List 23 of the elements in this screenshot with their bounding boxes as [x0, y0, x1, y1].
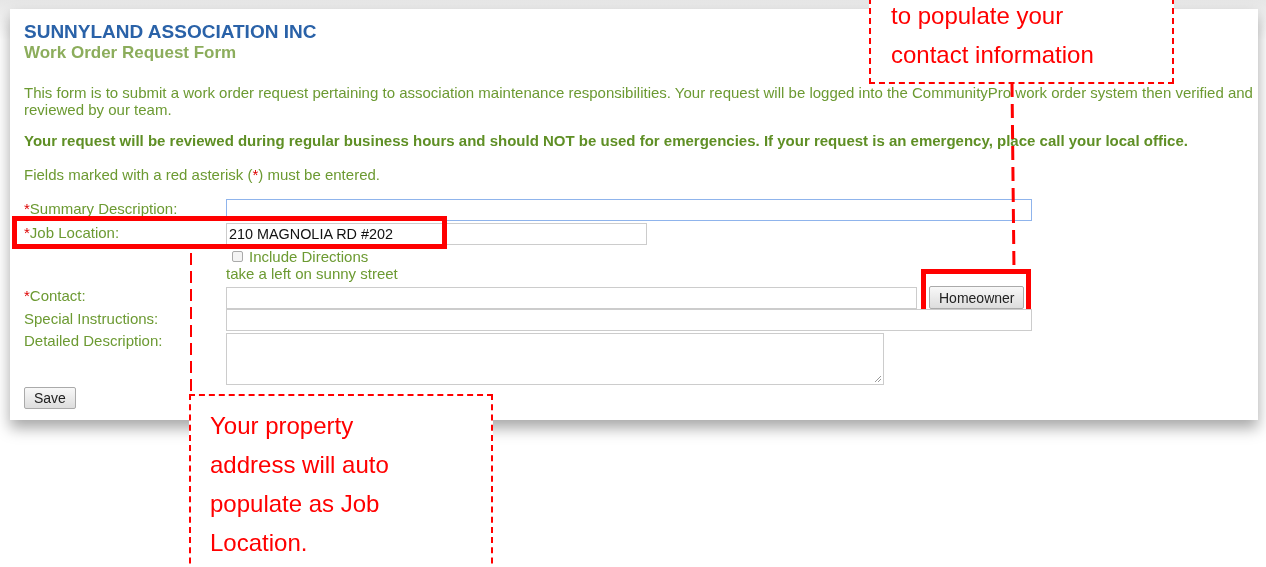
- homeowner-button[interactable]: Homeowner: [929, 286, 1025, 309]
- text-area[interactable]: [226, 333, 884, 385]
- save-button[interactable]: Save: [24, 387, 76, 409]
- input-field[interactable]: [226, 309, 1032, 331]
- callout-text: to populate your contact information: [891, 1, 1094, 70]
- field-label: Detailed Description:: [24, 333, 164, 349]
- input-field[interactable]: [226, 286, 917, 309]
- field-label: *Summary Description:: [24, 199, 179, 217]
- intro-text: This form is to submit a work order request pertaining to association maintenance responsibilities. Your request will be logged into the CommunityPro work order system then verified and reviewed by our team.: [24, 84, 1254, 118]
- form-title: Work Order Request Form: [24, 43, 237, 63]
- required-note: Fields marked with a red asterisk (*) must be entered.: [24, 166, 380, 183]
- organization-title: SUNNYLAND ASSOCIATION INC: [24, 21, 317, 43]
- checkbox-label: Include Directions: [249, 247, 369, 265]
- input-field[interactable]: [226, 199, 1032, 221]
- field-label: Special Instructions:: [24, 309, 160, 327]
- input-field[interactable]: 210 MAGNOLIA RD #202: [226, 223, 647, 245]
- resize-grip-icon[interactable]: [874, 375, 882, 383]
- callout-text: Your property address will auto populate as Job Location.: [210, 411, 389, 558]
- checkbox[interactable]: [232, 250, 243, 262]
- field-label: *Contact:: [24, 286, 87, 304]
- notice-text: Your request will be reviewed during regular business hours and should NOT be used for emergencies. If your request is an emergency, place call your local office.: [24, 132, 1188, 149]
- directions-text: take a left on sunny street: [226, 265, 399, 282]
- field-label: *Job Location:: [24, 223, 121, 241]
